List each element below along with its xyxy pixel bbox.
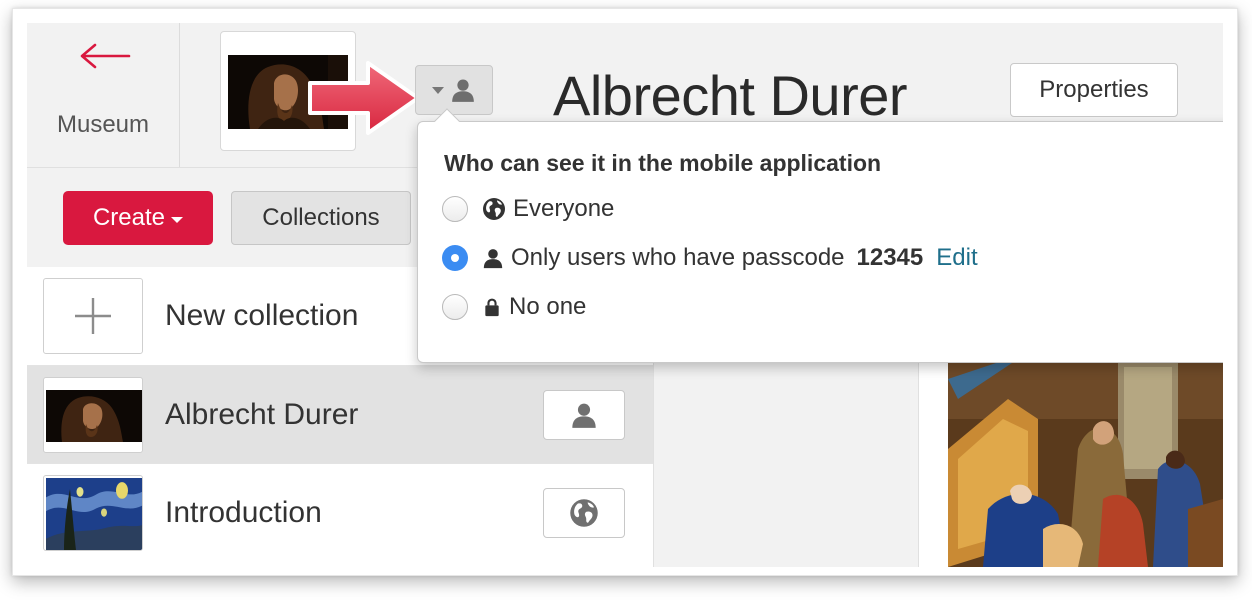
option-label: Only users who have passcode (511, 244, 845, 271)
visibility-button[interactable] (543, 390, 625, 440)
list-item-thumbnail (43, 377, 143, 453)
list-item-thumbnail (43, 475, 143, 551)
visibility-popover: Who can see it in the mobile application… (417, 108, 1223, 363)
user-icon (482, 247, 504, 269)
visibility-option-no-one[interactable]: No one (442, 292, 586, 322)
durer-portrait-image (46, 390, 142, 442)
item-grid-area (654, 363, 918, 567)
user-icon (570, 401, 598, 429)
visibility-option-everyone[interactable]: Everyone (442, 194, 614, 224)
list-item-label: Introduction (165, 496, 322, 529)
list-item-label: Albrecht Durer (165, 398, 359, 431)
starry-night-image (46, 478, 142, 550)
back-label: Museum (56, 111, 150, 138)
popover-title: Who can see it in the mobile application (444, 150, 882, 176)
option-label: No one (509, 293, 587, 320)
caret-down-icon (432, 86, 444, 94)
list-item-albrecht-durer[interactable]: Albrecht Durer (27, 365, 653, 463)
screenshot-frame: Museum Albrecht Durer Properties Create … (12, 8, 1238, 576)
create-label: Create (92, 204, 166, 231)
edit-passcode-link[interactable]: Edit (936, 244, 977, 272)
create-button[interactable]: Create (63, 191, 213, 245)
adoration-painting-image[interactable] (948, 359, 1223, 567)
visibility-option-passcode[interactable]: Only users who have passcode 12345 Edit (442, 243, 978, 273)
back-button[interactable]: Museum (27, 23, 179, 167)
radio-everyone[interactable] (442, 196, 468, 222)
lock-icon (482, 296, 502, 318)
user-icon (450, 77, 476, 103)
caret-down-icon (171, 216, 184, 223)
list-item-introduction[interactable]: Introduction (27, 463, 653, 561)
page-title: Albrecht Durer (553, 64, 908, 127)
properties-button[interactable]: Properties (1010, 63, 1178, 117)
globe-icon (482, 197, 506, 221)
arrow-left-icon (80, 43, 131, 69)
radio-no-one[interactable] (442, 294, 468, 320)
list-item-label: New collection (165, 299, 359, 332)
globe-icon (569, 498, 599, 528)
radio-passcode[interactable] (442, 245, 468, 271)
visibility-button[interactable] (543, 488, 625, 538)
app-window: Museum Albrecht Durer Properties Create … (27, 23, 1223, 567)
passcode-value: 12345 (856, 244, 924, 271)
callout-arrow-icon (308, 61, 420, 135)
header-divider (179, 23, 180, 167)
new-collection-thumbnail (43, 278, 143, 354)
plus-icon (75, 298, 111, 334)
visibility-dropdown-toggle[interactable] (415, 65, 493, 115)
option-label: Everyone (513, 195, 615, 222)
collections-button[interactable]: Collections (231, 191, 411, 245)
